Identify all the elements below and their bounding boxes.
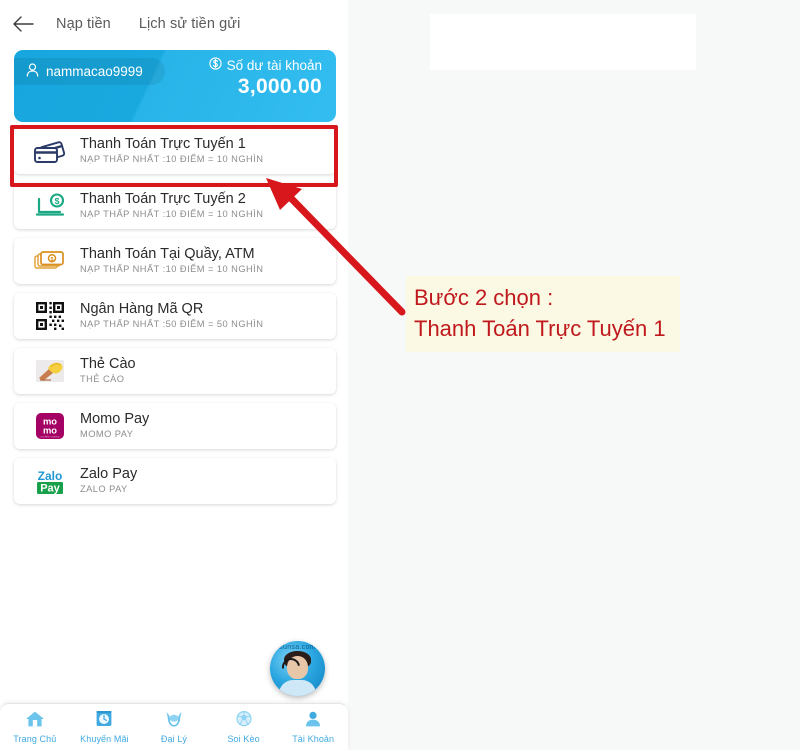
payment-method-subtitle: NẠP THẤP NHẤT :10 ĐIỂM = 10 NGHÌN — [80, 264, 264, 274]
svg-text:Pay: Pay — [40, 483, 60, 495]
user-icon — [26, 63, 39, 80]
svg-text:mobile money: mobile money — [41, 435, 60, 439]
nav-item-khuyen-mai[interactable]: Khuyến Mãi — [70, 704, 140, 750]
payment-method-title: Thẻ Cào — [80, 356, 136, 372]
person-icon — [303, 710, 323, 733]
support-agent-avatar[interactable]: sunsa.com — [270, 641, 325, 696]
svg-text:Zalo: Zalo — [38, 469, 63, 483]
nav-item-tai-khoan[interactable]: Tài Khoản — [278, 704, 348, 750]
nav-label: Trang Chủ — [13, 734, 57, 744]
phone-screenshot-panel: Nạp tiền Lịch sử tiền gửi nammacao9999 S… — [0, 0, 348, 750]
payment-method-online-2[interactable]: $ Thanh Toán Trực Tuyến 2 NẠP THẤP NHẤT … — [14, 183, 336, 229]
svg-text:$: $ — [55, 196, 60, 206]
balance-card: nammacao9999 Số dư tài khoản 3,000.00 — [14, 50, 336, 122]
balance-label-text: Số dư tài khoản — [226, 57, 322, 73]
payment-method-counter-atm[interactable]: $ Thanh Toán Tại Quầy, ATM NẠP THẤP NHẤT… — [14, 238, 336, 284]
payment-method-subtitle: NẠP THẤP NHẤT :10 ĐIỂM = 10 NGHÌN — [80, 154, 264, 164]
nav-item-soi-keo[interactable]: Soi Kèo — [209, 704, 279, 750]
payment-method-bank-qr[interactable]: Ngân Hàng Mã QR NẠP THẤP NHẤT :50 ĐIỂM =… — [14, 293, 336, 339]
home-icon — [25, 710, 45, 733]
nav-label: Khuyến Mãi — [80, 734, 129, 744]
annotation-note: Bước 2 chọn : Thanh Toán Trực Tuyến 1 — [406, 276, 680, 352]
payment-method-title: Ngân Hàng Mã QR — [80, 301, 204, 317]
tab-lich-su-tien-gui[interactable]: Lịch sử tiền gửi — [139, 16, 241, 32]
payment-method-online-1[interactable]: Thanh Toán Trực Tuyến 1 NẠP THẤP NHẤT :1… — [14, 128, 336, 174]
nav-label: Tài Khoản — [292, 734, 335, 744]
payment-method-text: Thanh Toán Trực Tuyến 2 NẠP THẤP NHẤT :1… — [76, 191, 263, 221]
avatar-body — [279, 680, 316, 696]
username-text: nammacao9999 — [46, 64, 143, 79]
payment-method-subtitle: THẺ CÀO — [80, 374, 125, 384]
banknotes-icon: $ — [24, 243, 76, 279]
payment-method-title: Thanh Toán Trực Tuyến 1 — [80, 136, 246, 152]
payment-method-subtitle: NẠP THẤP NHẤT :10 ĐIỂM = 10 NGHÌN — [80, 209, 264, 219]
dollar-circle-icon — [208, 57, 222, 73]
soccer-ball-icon — [234, 710, 254, 733]
balance-label-row: Số dư tài khoản — [208, 57, 322, 73]
username-pill: nammacao9999 — [14, 58, 165, 85]
qr-code-icon — [24, 298, 76, 334]
balance-amount: 3,000.00 — [237, 75, 322, 98]
payment-method-text: Thanh Toán Tại Quầy, ATM NẠP THẤP NHẤT :… — [76, 246, 263, 276]
scratch-card-icon — [24, 353, 76, 389]
handshake-icon — [164, 710, 184, 733]
laptop-dollar-icon: $ — [24, 188, 76, 224]
annotation-line-1: Bước 2 chọn : — [414, 285, 554, 310]
balance-info: Số dư tài khoản 3,000.00 — [208, 57, 322, 99]
payment-method-subtitle: ZALO PAY — [80, 484, 128, 494]
svg-text:$: $ — [51, 257, 54, 263]
nav-label: Đại Lý — [160, 734, 188, 744]
payment-method-subtitle: MOMO PAY — [80, 429, 134, 439]
payment-method-momo-pay[interactable]: mo mo mobile money Momo Pay MOMO PAY — [14, 403, 336, 449]
payment-method-text: Ngân Hàng Mã QR NẠP THẤP NHẤT :50 ĐIỂM =… — [76, 301, 263, 331]
payment-method-title: Momo Pay — [80, 411, 150, 427]
payment-method-title: Thanh Toán Trực Tuyến 2 — [80, 191, 246, 207]
app-top-bar: Nạp tiền Lịch sử tiền gửi — [0, 0, 348, 48]
annotation-line-2: Thanh Toán Trực Tuyến 1 — [414, 316, 666, 341]
nav-item-trang-chu[interactable]: Trang Chủ — [0, 704, 70, 750]
gift-icon — [94, 710, 114, 733]
bottom-navigation-bar: Trang Chủ Khuyến Mãi Đại Lý Soi Kèo Tài … — [0, 703, 348, 750]
payment-method-subtitle: NẠP THẤP NHẤT :50 ĐIỂM = 50 NGHÌN — [80, 319, 264, 329]
support-avatar-ring-text: sunsa.com — [279, 644, 316, 651]
payment-method-list: Thanh Toán Trực Tuyến 1 NẠP THẤP NHẤT :1… — [14, 128, 336, 513]
payment-method-text: Thanh Toán Trực Tuyến 1 NẠP THẤP NHẤT :1… — [76, 136, 263, 166]
payment-method-the-cao[interactable]: Thẻ Cào THẺ CÀO — [14, 348, 336, 394]
payment-method-text: Thẻ Cào THẺ CÀO — [76, 356, 136, 386]
credit-cards-icon — [24, 133, 76, 169]
back-arrow-icon[interactable] — [0, 16, 46, 32]
momo-logo-icon: mo mo mobile money — [24, 408, 76, 444]
tab-nap-tien[interactable]: Nạp tiền — [56, 16, 111, 32]
zalopay-logo-icon: Zalo Pay — [24, 463, 76, 499]
payment-method-title: Thanh Toán Tại Quầy, ATM — [80, 246, 255, 262]
top-tab-strip: Nạp tiền Lịch sử tiền gửi — [46, 16, 348, 32]
payment-method-title: Zalo Pay — [80, 466, 138, 482]
blank-white-box — [430, 14, 696, 70]
nav-item-dai-ly[interactable]: Đại Lý — [139, 704, 209, 750]
payment-method-text: Momo Pay MOMO PAY — [76, 411, 149, 441]
payment-method-zalo-pay[interactable]: Zalo Pay Zalo Pay ZALO PAY — [14, 458, 336, 504]
payment-method-text: Zalo Pay ZALO PAY — [76, 466, 137, 496]
nav-label: Soi Kèo — [227, 734, 260, 744]
